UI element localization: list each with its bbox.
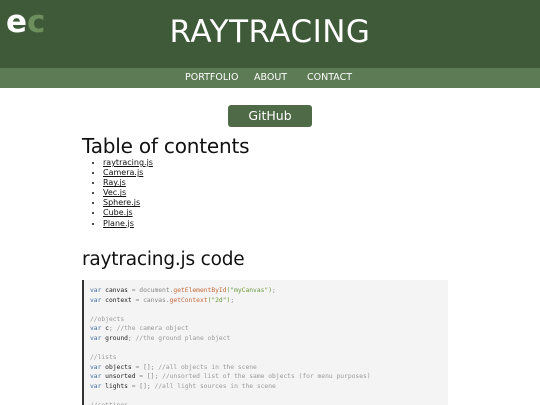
toc-link-vec[interactable]: Vec.js (103, 188, 126, 197)
toc-link-raytracing[interactable]: raytracing.js (103, 158, 153, 167)
code-plain: ; (108, 325, 117, 333)
nav-link-contact[interactable]: CONTACT (307, 72, 352, 84)
code-plain: = canvas. (131, 296, 170, 304)
code-line: var lights = []; //all light sources in … (90, 383, 276, 390)
code-line: //lists (90, 354, 117, 361)
code-comment: //the camera object (116, 325, 189, 333)
code-identifier: canvas (105, 287, 128, 294)
code-keyword: var (90, 373, 102, 381)
site-header: e c RAYTRACING (0, 0, 540, 68)
toc-link-camera[interactable]: Camera.js (103, 168, 143, 177)
code-plain: ; (127, 334, 136, 342)
toc-link-plane[interactable]: Plane.js (103, 219, 134, 228)
github-button[interactable]: GitHub (228, 105, 312, 127)
code-plain: = []; (135, 373, 163, 381)
code-keyword: var (90, 363, 102, 371)
code-keyword: var (90, 334, 102, 342)
toc-item: Sphere.js (103, 198, 153, 208)
code-string: ("myCanvas") (226, 287, 273, 294)
code-line: var ground; //the ground plane object (90, 335, 230, 342)
code-plain: = []; (127, 382, 155, 390)
toc-item: Ray.js (103, 178, 153, 188)
code-function: getElementById (173, 287, 227, 294)
code-comment: //objects (90, 315, 125, 323)
code-identifier: lights (105, 382, 128, 390)
code-identifier: ground (105, 334, 128, 342)
code-line: var context = canvas.getContext("2d"); (90, 297, 234, 304)
code-comment: //unsorted list of the same objects (for… (162, 373, 371, 381)
code-section-heading: raytracing.js code (82, 249, 245, 270)
code-identifier: context (105, 296, 132, 304)
code-line: //objects (90, 316, 124, 323)
toc-item: raytracing.js (103, 158, 153, 168)
code-keyword: var (90, 296, 102, 304)
code-plain: ; (230, 296, 235, 304)
toc-item: Plane.js (103, 219, 153, 229)
toc-link-ray[interactable]: Ray.js (103, 178, 126, 187)
code-comment: //all objects in the scene (158, 363, 257, 371)
toc-item: Vec.js (103, 188, 153, 198)
code-block[interactable]: var canvas = document.getElementById("my… (82, 280, 448, 405)
code-comment: //lists (90, 354, 117, 362)
code-identifier: objects (105, 363, 132, 371)
code-string: ("2d") (207, 296, 231, 304)
toc-heading: Table of contents (82, 134, 250, 158)
code-comment: //the ground plane object (135, 334, 231, 342)
code-line: var c; //the camera object (90, 325, 189, 332)
toc-link-sphere[interactable]: Sphere.js (103, 198, 140, 207)
code-comment: //all light sources in the scene (154, 382, 276, 390)
code-plain: = []; (131, 363, 159, 371)
code-function: getContext (169, 296, 208, 304)
toc-item: Camera.js (103, 168, 153, 178)
nav-link-about[interactable]: ABOUT (254, 72, 287, 84)
code-plain: = document. (127, 287, 174, 294)
code-identifier: unsorted (105, 373, 136, 381)
code-line: var unsorted = []; //unsorted list of th… (90, 373, 371, 380)
toc-link-cube[interactable]: Cube.js (103, 208, 133, 217)
code-line: var canvas = document.getElementById("my… (90, 287, 276, 294)
main-nav: PORTFOLIO ABOUT CONTACT (0, 68, 540, 88)
code-plain: ; (272, 287, 276, 294)
toc-list: raytracing.js Camera.js Ray.js Vec.js Sp… (87, 158, 153, 229)
code-keyword: var (90, 325, 102, 333)
code-lines: var canvas = document.getElementById("my… (90, 286, 371, 405)
site-title: RAYTRACING (169, 14, 371, 50)
code-keyword: var (90, 287, 102, 294)
code-keyword: var (90, 382, 102, 390)
code-line: var objects = []; //all objects in the s… (90, 364, 257, 371)
nav-link-portfolio[interactable]: PORTFOLIO (185, 72, 238, 84)
toc-item: Cube.js (103, 208, 153, 218)
